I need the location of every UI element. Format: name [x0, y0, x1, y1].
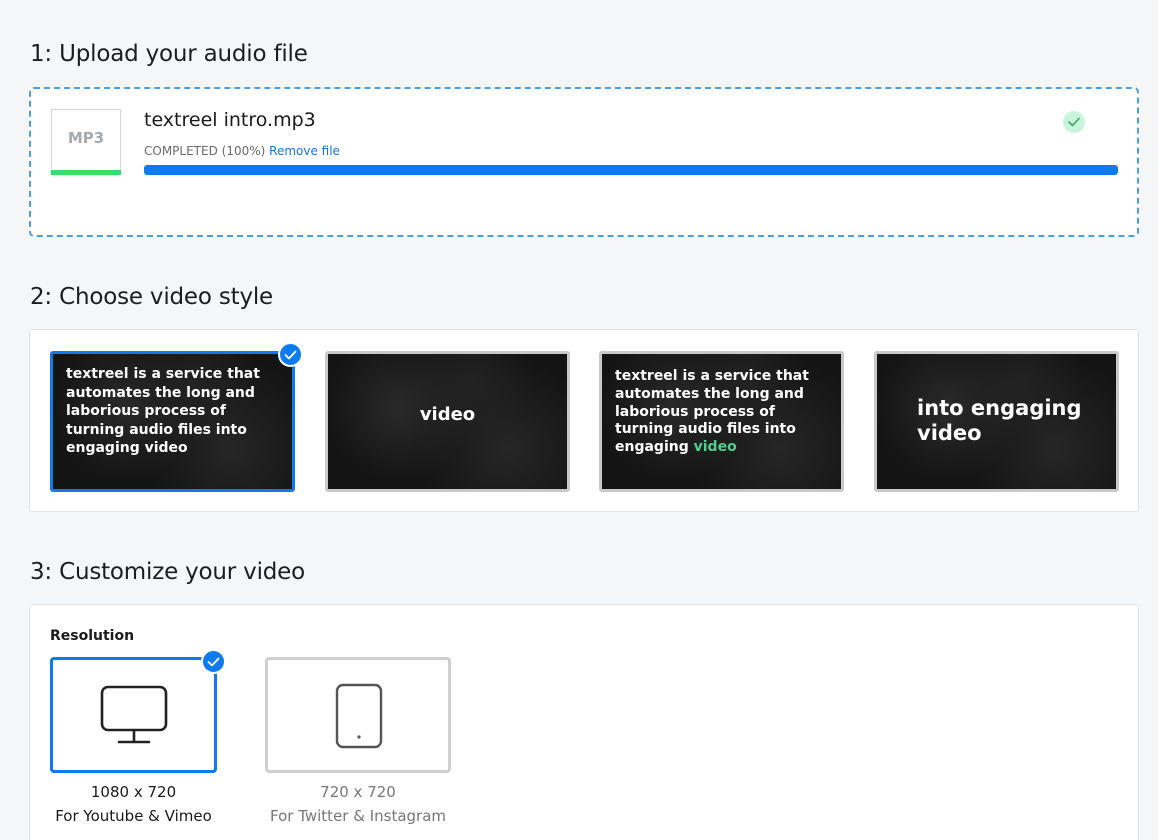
resolution-option-square[interactable]: [265, 657, 451, 773]
selected-check-icon: [201, 649, 226, 674]
style-preview-text: video: [419, 404, 476, 425]
upload-section-title: 1: Upload your audio file: [30, 41, 308, 67]
resolution-option-square-caption: 720 x 720 For Twitter & Instagram: [265, 780, 451, 828]
selected-check-icon: [278, 342, 303, 367]
style-section-title: 2: Choose video style: [30, 284, 274, 310]
customize-section-title: 3: Customize your video: [30, 559, 305, 585]
remove-file-link[interactable]: Remove file: [269, 144, 340, 158]
file-thumb-complete-bar: [51, 170, 121, 175]
resolution-platform: For Youtube & Vimeo: [55, 807, 212, 825]
video-style-option-4[interactable]: into engaging video: [874, 351, 1119, 492]
check-icon: [1063, 111, 1085, 133]
upload-progress-bar: [144, 165, 1118, 175]
upload-dropzone[interactable]: MP3 textreel intro.mp3 COMPLETED (100%) …: [29, 87, 1139, 237]
resolution-option-landscape-caption: 1080 x 720 For Youtube & Vimeo: [50, 780, 217, 828]
resolution-platform: For Twitter & Instagram: [269, 807, 447, 825]
style-preview-text: into engaging video: [917, 396, 1082, 445]
video-style-panel: textreel is a service that automates the…: [29, 329, 1139, 512]
file-extension-label: MP3: [67, 129, 105, 147]
upload-progress-fill: [144, 165, 1118, 175]
video-style-option-3[interactable]: textreel is a service that automates the…: [599, 351, 844, 492]
video-style-option-1[interactable]: textreel is a service that automates the…: [50, 351, 295, 492]
customize-panel: Resolution 1080 x 720 For Youtube & Vime…: [29, 604, 1139, 840]
file-type-thumbnail: MP3: [51, 109, 121, 175]
resolution-size: 1080 x 720: [90, 783, 177, 801]
upload-status: COMPLETED (100%) Remove file: [144, 144, 340, 158]
video-style-option-2[interactable]: video: [325, 351, 570, 492]
resolution-size: 720 x 720: [320, 783, 396, 801]
monitor-icon: [100, 685, 168, 744]
file-name: textreel intro.mp3: [144, 109, 316, 131]
resolution-label: Resolution: [50, 628, 135, 644]
style-preview-text: textreel is a service that automates the…: [615, 368, 837, 457]
resolution-option-landscape[interactable]: [50, 657, 217, 773]
tablet-icon: [335, 683, 383, 749]
upload-status-text: COMPLETED (100%): [144, 144, 266, 158]
style-preview-text: textreel is a service that automates the…: [66, 366, 260, 456]
style-preview-highlight-word: video: [693, 439, 737, 456]
